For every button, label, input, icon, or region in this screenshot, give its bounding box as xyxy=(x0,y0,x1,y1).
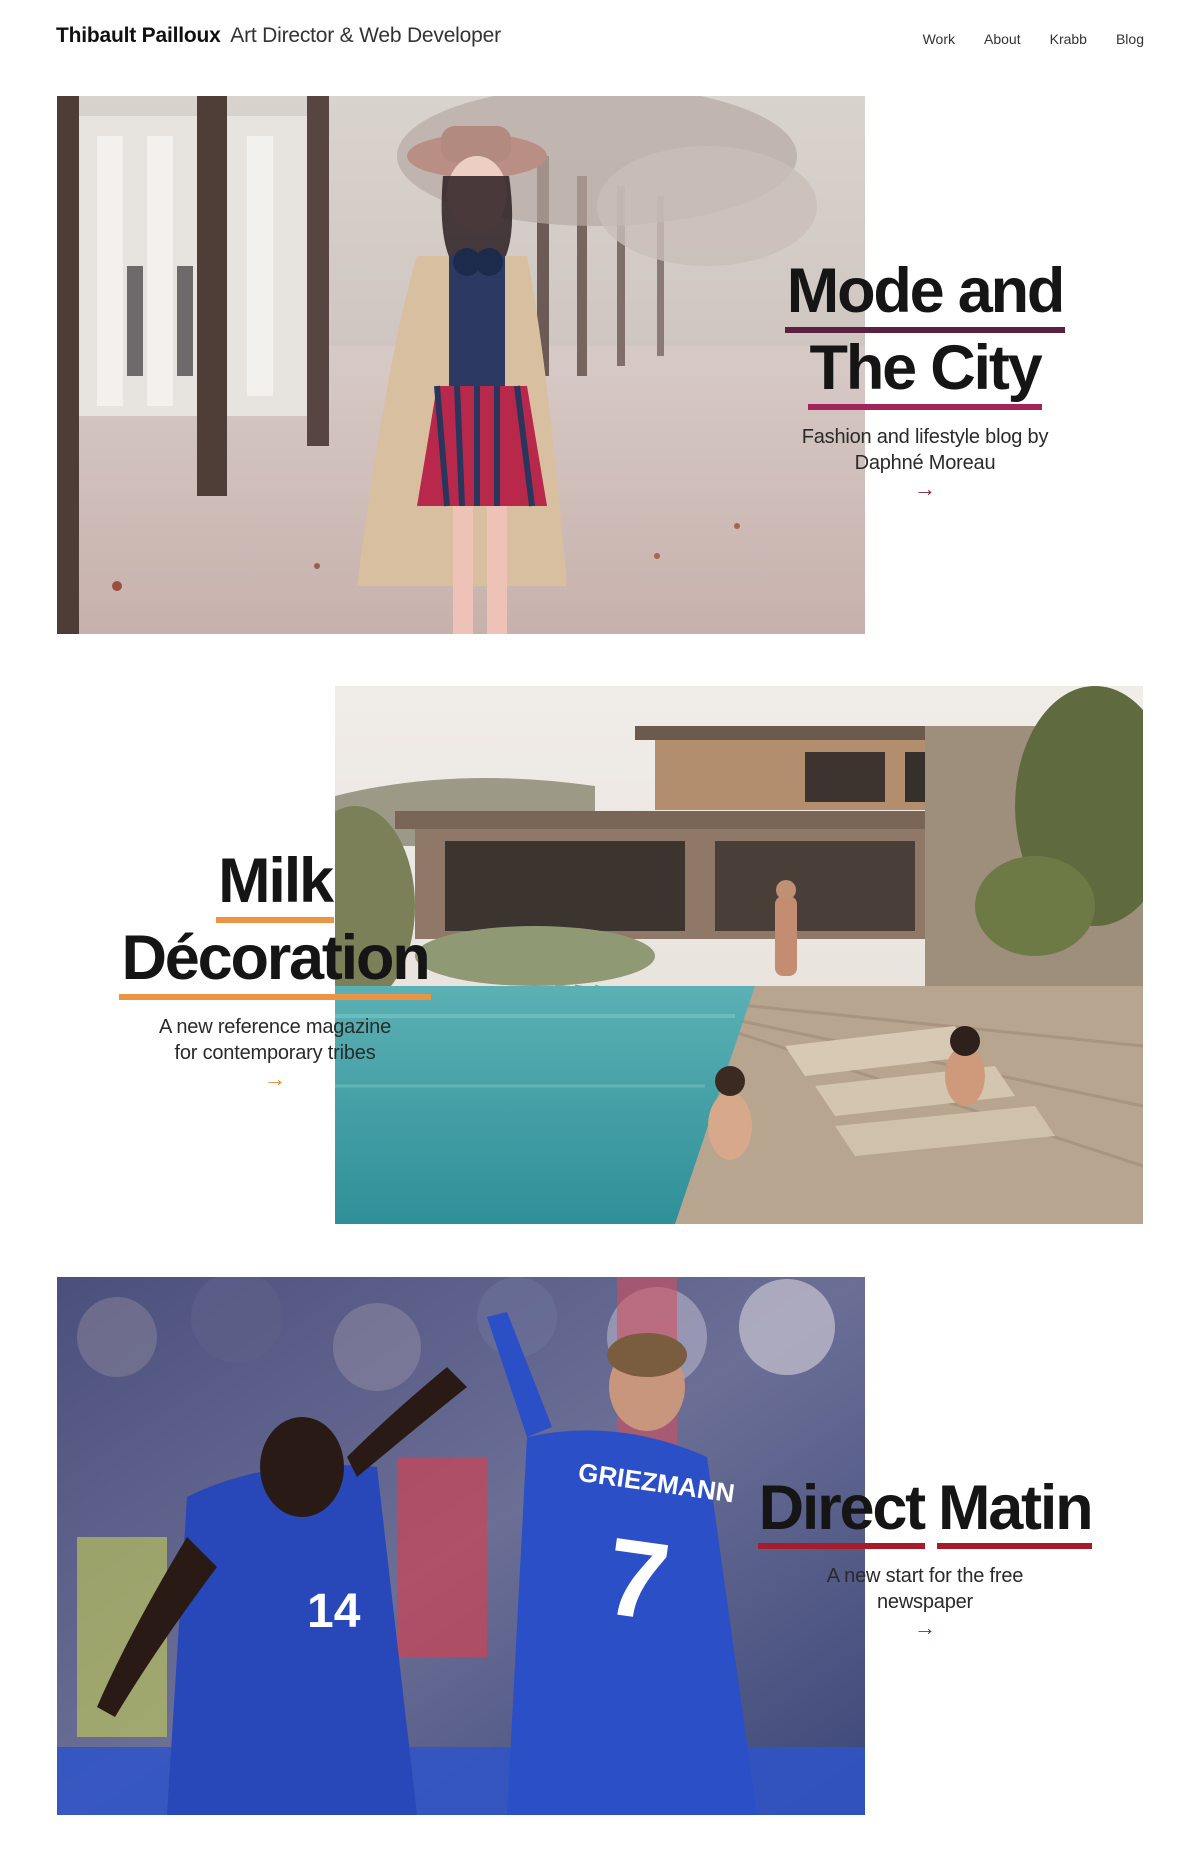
project-photo-fashion-woman-park[interactable] xyxy=(57,96,865,634)
project-title-line-1[interactable]: Milk xyxy=(216,846,334,923)
project-description-line-2: Daphné Moreau xyxy=(854,452,996,474)
project-caption: Mode and The City Fashion and lifestyle … xyxy=(760,256,1090,500)
jersey-number-14: 14 xyxy=(307,1585,361,1638)
arrow-right-icon[interactable]: → xyxy=(740,1617,1110,1639)
project-description-line-2: for contemporary tribes xyxy=(174,1042,376,1064)
project-description-line-1: A new start for the free xyxy=(826,1565,1024,1587)
site-header: Thibault Pailloux Art Director & Web Dev… xyxy=(0,0,1200,76)
project-title-line-1[interactable]: Mode and xyxy=(784,256,1065,333)
brand-name[interactable]: Thibault Pailloux xyxy=(56,24,221,47)
photo-fashion-illustration xyxy=(57,96,865,634)
project-photo-villa-pool[interactable] xyxy=(335,686,1143,1224)
main-nav: Work About Krabb Blog xyxy=(923,31,1144,47)
nav-krabb[interactable]: Krabb xyxy=(1050,31,1087,47)
project-description: Fashion and lifestyle blog by Daphné Mor… xyxy=(760,424,1090,476)
project-description: A new start for the free newspaper xyxy=(740,1563,1110,1615)
project-direct-matin[interactable]: 14 GRIEZMANN 7 Direct Matin A new start f… xyxy=(0,1277,1200,1815)
arrow-right-icon[interactable]: → xyxy=(100,1068,450,1090)
project-milk-decoration[interactable]: Milk Décoration A new reference magazine… xyxy=(0,686,1200,1224)
nav-work[interactable]: Work xyxy=(923,31,955,47)
project-title-word-2[interactable]: Matin xyxy=(936,1473,1094,1549)
project-mode-and-the-city[interactable]: Mode and The City Fashion and lifestyle … xyxy=(0,96,1200,634)
project-title[interactable]: Direct Matin xyxy=(740,1473,1110,1549)
project-title-line-2[interactable]: The City xyxy=(807,333,1043,410)
nav-about[interactable]: About xyxy=(984,31,1021,47)
project-description-line-2: newspaper xyxy=(876,1591,974,1613)
project-title[interactable]: Milk Décoration xyxy=(100,846,450,1000)
project-title[interactable]: Mode and The City xyxy=(760,256,1090,410)
project-description-line-1: A new reference magazine xyxy=(158,1016,391,1038)
arrow-right-icon[interactable]: → xyxy=(760,478,1090,500)
project-description-line-1: Fashion and lifestyle blog by xyxy=(801,426,1049,448)
nav-blog[interactable]: Blog xyxy=(1116,31,1144,47)
project-caption: Milk Décoration A new reference magazine… xyxy=(100,846,450,1090)
project-description: A new reference magazine for contemporar… xyxy=(100,1014,450,1066)
project-title-line-2[interactable]: Décoration xyxy=(119,923,431,1000)
project-title-word-1[interactable]: Direct xyxy=(757,1473,926,1549)
site-brand[interactable]: Thibault Pailloux Art Director & Web Dev… xyxy=(56,24,501,48)
project-caption: Direct Matin A new start for the free new… xyxy=(740,1473,1110,1639)
brand-role: Art Director & Web Developer xyxy=(230,24,501,47)
photo-villa-illustration xyxy=(335,686,1143,1224)
